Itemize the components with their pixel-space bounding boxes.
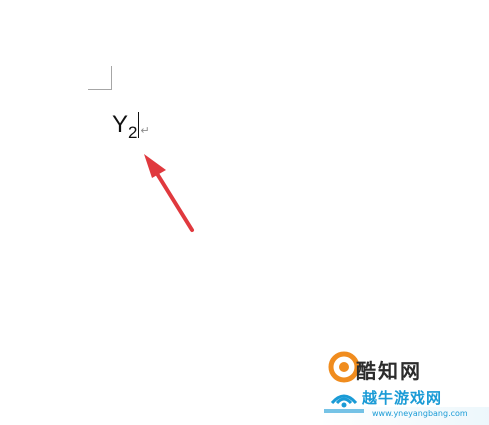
arrow-head xyxy=(144,154,166,178)
red-arrow-annotation xyxy=(144,154,194,232)
arrow-shaft xyxy=(154,170,194,232)
document-canvas[interactable]: Y2 ↵ 酷知网 越牛游戏网 www.yneyangbang.com xyxy=(0,0,489,425)
